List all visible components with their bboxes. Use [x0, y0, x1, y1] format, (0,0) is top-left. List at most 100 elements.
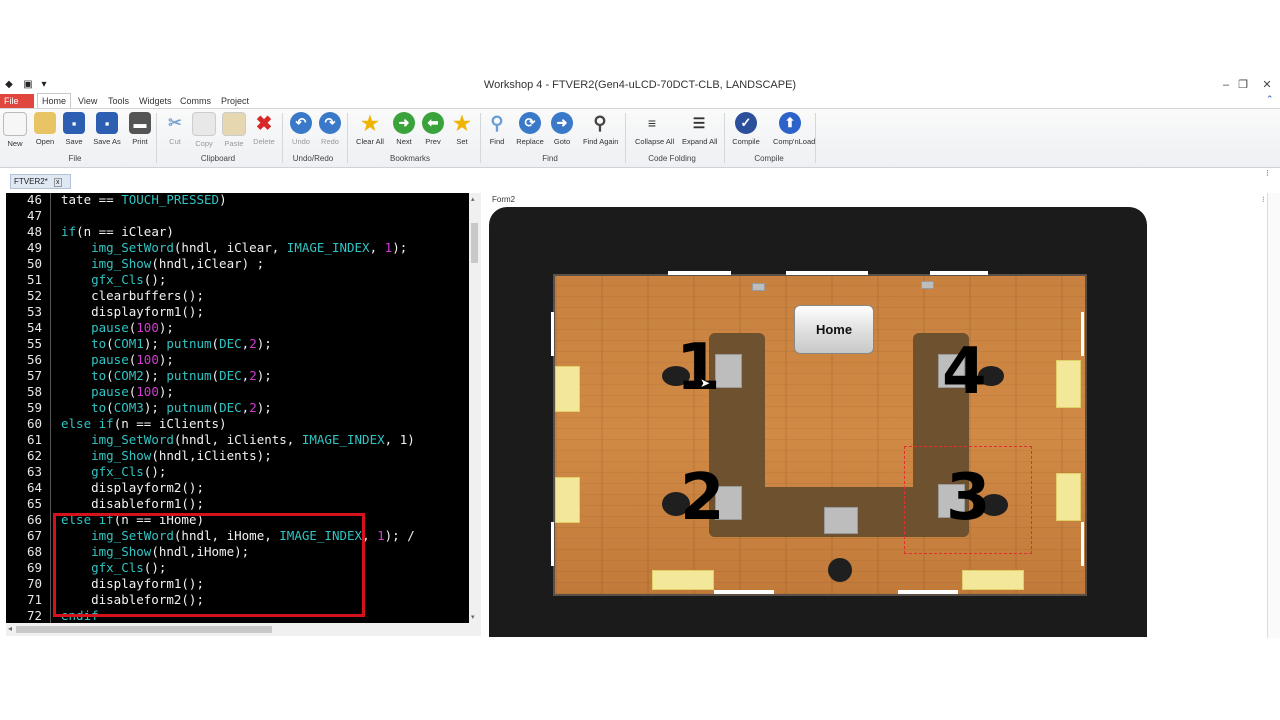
code-token: , — [369, 240, 385, 255]
paste-button[interactable]: Paste — [217, 112, 251, 148]
delete-button[interactable]: ✖ Delete — [247, 112, 281, 147]
code-line[interactable]: 63 gfx_Cls(); — [6, 464, 469, 480]
code-line[interactable]: 61 img_SetWord(hndl, iClients, IMAGE_IND… — [6, 432, 469, 448]
side-light — [1056, 473, 1081, 521]
code-line[interactable]: 54 pause(100); — [6, 320, 469, 336]
code-token: putnum — [166, 336, 212, 351]
code-line[interactable]: 52 clearbuffers(); — [6, 288, 469, 304]
code-token: pause — [91, 352, 129, 367]
editor-hscroll-thumb[interactable] — [16, 626, 272, 633]
ribbon-tabs: File Home View Tools Widgets Comms Proje… — [0, 93, 1280, 109]
new-document-icon — [3, 112, 27, 136]
expand-all-button[interactable]: ☰ Expand All — [682, 112, 717, 147]
form-vertical-scrollbar[interactable] — [1267, 193, 1280, 638]
code-line[interactable]: 56 pause(100); — [6, 352, 469, 368]
tab-view[interactable]: View — [74, 94, 101, 108]
tab-comms[interactable]: Comms — [176, 94, 215, 108]
ribbon-separator — [282, 113, 283, 163]
comp-load-button[interactable]: ⬆ Comp'nLoad — [773, 112, 815, 146]
code-line[interactable]: 48 if(n == iClear) — [6, 224, 469, 240]
editor-gutter-divider — [50, 193, 51, 623]
editor-horizontal-scrollbar[interactable]: ◂ — [6, 623, 481, 636]
code-token: DEC — [219, 368, 242, 383]
code-line[interactable]: 62 img_Show(hndl,iClients); — [6, 448, 469, 464]
copy-label: Copy — [195, 139, 213, 148]
clear-all-bookmarks-button[interactable]: ★ Clear All — [353, 112, 387, 147]
copy-button[interactable]: Copy — [187, 112, 221, 148]
code-line[interactable]: 57 to(COM2); putnum(DEC,2); — [6, 368, 469, 384]
code-line[interactable]: 58 pause(100); — [6, 384, 469, 400]
workstation-center[interactable] — [824, 507, 858, 534]
code-token: img_Show — [91, 256, 152, 271]
checkmark-icon: ✓ — [735, 112, 757, 134]
code-token: ); — [158, 384, 174, 399]
line-number: 46 — [26, 193, 42, 207]
restore-button[interactable]: ❐ — [1234, 77, 1252, 93]
find-again-label: Find Again — [583, 137, 619, 146]
code-token: ); — [256, 368, 272, 383]
code-editor[interactable]: 46 tate == TOUCH_PRESSED) 47 48 if(n == iCle… — [6, 193, 469, 623]
print-button[interactable]: ▬ Print — [123, 112, 157, 146]
tab-project[interactable]: Project — [217, 94, 253, 108]
home-button[interactable]: Home — [794, 305, 874, 354]
group-code-folding-label: Code Folding — [648, 154, 696, 163]
code-line[interactable]: 65 disableform1(); — [6, 496, 469, 512]
window-gap — [1081, 522, 1084, 566]
line-number: 64 — [26, 480, 42, 495]
code-token: ( — [106, 368, 114, 383]
pane-menu-icon[interactable]: ⁝ — [1266, 168, 1269, 179]
code-text: tate == TOUCH_PRESSED) — [61, 193, 227, 208]
goto-button[interactable]: ➜ Goto — [545, 112, 579, 146]
tab-tools[interactable]: Tools — [104, 94, 133, 108]
code-line[interactable]: 47 — [6, 208, 469, 224]
window-gap — [1081, 312, 1084, 356]
code-text: gfx_Cls(); — [61, 272, 166, 288]
code-line[interactable]: 46 tate == TOUCH_PRESSED) — [6, 193, 469, 208]
code-line[interactable]: 59 to(COM3); putnum(DEC,2); — [6, 400, 469, 416]
selection-box[interactable] — [904, 446, 1032, 554]
code-line[interactable]: 60 else if(n == iClients) — [6, 416, 469, 432]
line-number: 61 — [26, 432, 42, 447]
collapse-all-button[interactable]: ≡ Collapse All — [635, 112, 674, 146]
code-line[interactable]: 49 img_SetWord(hndl, iClear, IMAGE_INDEX… — [6, 240, 469, 256]
group-compile-label: Compile — [754, 154, 784, 163]
document-tab[interactable]: FTVER2* x — [10, 174, 71, 189]
code-line[interactable]: 50 img_Show(hndl,iClear) ; — [6, 256, 469, 272]
set-bookmark-button[interactable]: ★ Set — [445, 112, 479, 147]
group-file-label: File — [68, 154, 82, 163]
tab-file[interactable]: File — [0, 94, 34, 108]
code-line[interactable]: 53 displayform1(); — [6, 304, 469, 320]
replace-button[interactable]: ⟳ Replace — [513, 112, 547, 146]
minimize-button[interactable]: – — [1217, 77, 1235, 93]
form-pane-menu-icon[interactable]: ⁝ — [1262, 195, 1265, 204]
tab-home[interactable]: Home — [37, 93, 72, 109]
save-button[interactable]: ▪ Save — [57, 112, 91, 146]
save-as-button[interactable]: ▪ Save As — [90, 112, 124, 146]
tab-widgets[interactable]: Widgets — [135, 94, 176, 108]
redo-button[interactable]: ↷ Redo — [313, 112, 347, 146]
doorway — [714, 590, 774, 594]
close-tab-icon[interactable]: x — [54, 178, 62, 187]
code-token: 2 — [249, 400, 257, 415]
compile-button[interactable]: ✓ Compile — [729, 112, 763, 146]
code-token: img_SetWord — [91, 240, 174, 255]
scroll-down-icon[interactable]: ▾ — [471, 613, 475, 621]
set-label: Set — [456, 137, 468, 146]
group-clipboard-label: Clipboard — [200, 154, 236, 163]
editor-vertical-scrollbar[interactable]: ▴ ▾ — [469, 193, 481, 623]
find-button[interactable]: ⚲ Find — [480, 112, 514, 147]
ribbon-collapse-icon[interactable]: ⌃ — [1266, 94, 1274, 105]
code-token: 2 — [249, 368, 257, 383]
scroll-left-icon[interactable]: ◂ — [8, 624, 12, 633]
close-window-button[interactable]: ✕ — [1258, 77, 1276, 93]
code-line[interactable]: 51 gfx_Cls(); — [6, 272, 469, 288]
scroll-up-icon[interactable]: ▴ — [471, 195, 475, 203]
copy-icon — [192, 112, 216, 136]
find-again-button[interactable]: ⚲ Find Again — [583, 112, 619, 147]
code-token: if — [61, 224, 77, 239]
code-line[interactable]: 55 to(COM1); putnum(DEC,2); — [6, 336, 469, 352]
code-line[interactable]: 64 displayform2(); — [6, 480, 469, 496]
editor-vscroll-thumb[interactable] — [471, 223, 478, 263]
